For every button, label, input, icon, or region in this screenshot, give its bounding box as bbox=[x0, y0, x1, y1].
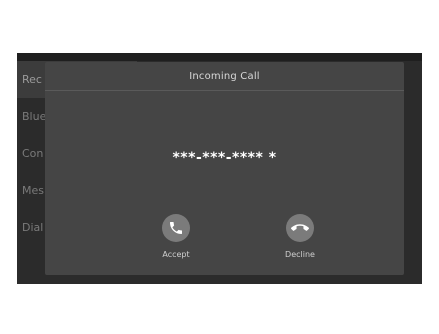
status-bar bbox=[17, 53, 422, 61]
menu-item-label: Mes bbox=[22, 184, 44, 197]
phone-decline-icon[interactable] bbox=[286, 214, 314, 242]
dialog-divider bbox=[45, 90, 404, 91]
menu-item-label: Rec bbox=[22, 73, 42, 86]
dialog-title: Incoming Call bbox=[189, 70, 260, 82]
decline-button[interactable]: Decline bbox=[270, 214, 330, 264]
menu-item-label: Blue bbox=[22, 110, 47, 123]
infotainment-screen: Rec Blue Con Mes Dial Incoming Call ***-… bbox=[17, 53, 422, 284]
accept-button[interactable]: Accept bbox=[146, 214, 206, 264]
incoming-call-dialog: Incoming Call ***-***-**** * Accept Decl… bbox=[45, 62, 404, 275]
caller-number: ***-***-**** * bbox=[172, 150, 277, 166]
menu-item-label: Con bbox=[22, 147, 44, 160]
device-frame: Rec Blue Con Mes Dial Incoming Call ***-… bbox=[0, 0, 439, 334]
accept-label: Accept bbox=[162, 250, 190, 259]
menu-item-label: Dial bbox=[22, 221, 44, 234]
phone-accept-icon[interactable] bbox=[162, 214, 190, 242]
decline-label: Decline bbox=[285, 250, 315, 259]
